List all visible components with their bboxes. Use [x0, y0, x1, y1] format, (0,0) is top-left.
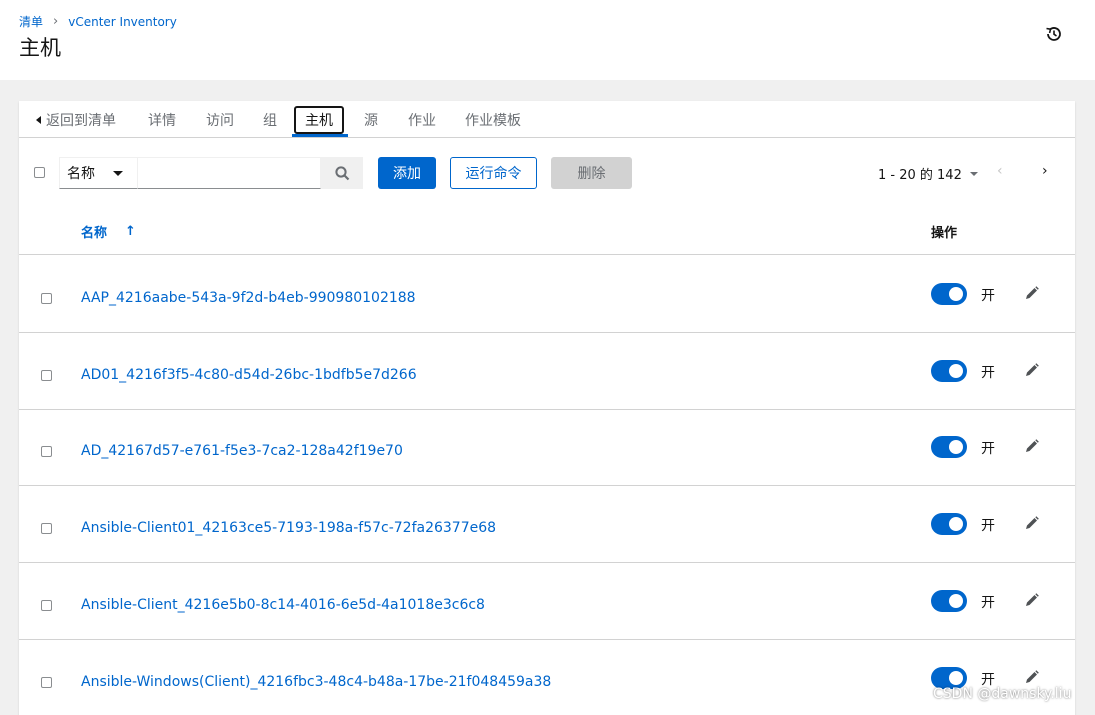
- sort-ascending-icon: ↑: [125, 224, 136, 239]
- page-header: 清单 › vCenter Inventory 主机: [0, 0, 1095, 80]
- table-row: Ansible-Client01_42163ce5-7193-198a-f57c…: [19, 486, 1075, 563]
- table-row: Ansible-Client_4216e5b0-8c14-4016-6e5d-4…: [19, 563, 1075, 640]
- add-button[interactable]: 添加: [378, 157, 436, 189]
- caret-down-icon: [969, 171, 978, 176]
- toggle-knob: [949, 440, 963, 454]
- breadcrumb-link-inventory[interactable]: vCenter Inventory: [68, 15, 177, 29]
- toggle-knob: [949, 287, 963, 301]
- table-row: Ansible-Windows(Client)_4216fbc3-48c4-b4…: [19, 640, 1075, 715]
- pencil-icon[interactable]: [1024, 438, 1040, 454]
- column-header-name[interactable]: 名称 ↑: [81, 222, 136, 241]
- filter-field-select[interactable]: 名称: [59, 157, 137, 189]
- breadcrumb: 清单 › vCenter Inventory: [19, 13, 177, 30]
- toggle-knob: [949, 517, 963, 531]
- tab-bar: 返回到清单 详情 访问 组 主机 源 作业 作业模板: [19, 101, 1075, 138]
- pagination-options-toggle[interactable]: 1 - 20 的 142: [878, 164, 978, 183]
- tab-access[interactable]: 访问: [206, 106, 234, 134]
- toggle-label: 开: [981, 288, 995, 304]
- toggle-label: 开: [981, 595, 995, 611]
- hosts-card: 返回到清单 详情 访问 组 主机 源 作业 作业模板 名称 添加 运行命令 删除…: [19, 101, 1075, 715]
- table-row: AD_42167d57-e761-f5e3-7ca2-128a42f19e70 …: [19, 409, 1075, 486]
- search-icon: [334, 165, 349, 180]
- enabled-toggle[interactable]: [931, 513, 967, 535]
- tab-jobs[interactable]: 作业: [408, 106, 436, 134]
- watermark-text: CSDN @dawnsky.liu: [933, 686, 1072, 702]
- pencil-icon[interactable]: [1024, 669, 1040, 685]
- pencil-icon[interactable]: [1024, 285, 1040, 301]
- tab-sources[interactable]: 源: [364, 106, 378, 134]
- pagination-range: 1 - 20 的 142: [878, 168, 962, 183]
- row-checkbox[interactable]: [41, 677, 52, 688]
- toggle-label: 开: [981, 441, 995, 457]
- toggle-label: 开: [981, 518, 995, 534]
- tab-back-to-inventories[interactable]: 返回到清单: [36, 106, 116, 134]
- tab-details[interactable]: 详情: [148, 106, 176, 134]
- row-checkbox[interactable]: [41, 523, 52, 534]
- column-header-name-label: 名称: [81, 226, 108, 241]
- previous-page-icon[interactable]: ‹: [997, 163, 1003, 179]
- host-name-link[interactable]: Ansible-Client01_42163ce5-7193-198a-f57c…: [81, 520, 496, 536]
- row-checkbox[interactable]: [41, 293, 52, 304]
- row-checkbox[interactable]: [41, 600, 52, 611]
- pencil-icon[interactable]: [1024, 592, 1040, 608]
- table-header: 名称 ↑ 操作: [19, 209, 1075, 255]
- filter-field-label: 名称: [67, 166, 95, 182]
- enabled-toggle[interactable]: [931, 283, 967, 305]
- pencil-icon[interactable]: [1024, 515, 1040, 531]
- host-name-link[interactable]: Ansible-Client_4216e5b0-8c14-4016-6e5d-4…: [81, 597, 485, 613]
- select-all-checkbox[interactable]: [34, 167, 45, 178]
- breadcrumb-link-inventories[interactable]: 清单: [19, 13, 43, 30]
- breadcrumb-separator-icon: ›: [53, 14, 59, 29]
- toggle-knob: [949, 364, 963, 378]
- search-button[interactable]: [321, 157, 363, 189]
- host-name-link[interactable]: AD_42167d57-e761-f5e3-7ca2-128a42f19e70: [81, 443, 403, 459]
- caret-down-icon: [113, 171, 123, 176]
- column-header-actions: 操作: [931, 226, 958, 241]
- run-command-button[interactable]: 运行命令: [450, 157, 537, 189]
- table-row: AAP_4216aabe-543a-9f2d-b4eb-990980102188…: [19, 256, 1075, 333]
- toggle-knob: [949, 594, 963, 608]
- tab-hosts[interactable]: 主机: [294, 106, 344, 134]
- host-name-link[interactable]: AAP_4216aabe-543a-9f2d-b4eb-990980102188: [81, 290, 416, 306]
- search-input[interactable]: [137, 157, 321, 189]
- row-checkbox[interactable]: [41, 446, 52, 457]
- toolbar: 名称 添加 运行命令 删除 1 - 20 的 142 ‹ ›: [19, 139, 1075, 209]
- caret-left-icon: [36, 116, 41, 124]
- toggle-knob: [949, 671, 963, 685]
- page-title: 主机: [19, 36, 61, 60]
- next-page-icon[interactable]: ›: [1042, 163, 1048, 179]
- tab-label: 返回到清单: [46, 113, 116, 129]
- host-name-link[interactable]: AD01_4216f3f5-4c80-d54d-26bc-1bdfb5e7d26…: [81, 367, 417, 383]
- history-icon[interactable]: [1044, 24, 1064, 44]
- row-checkbox[interactable]: [41, 370, 52, 381]
- enabled-toggle[interactable]: [931, 590, 967, 612]
- host-name-link[interactable]: Ansible-Windows(Client)_4216fbc3-48c4-b4…: [81, 674, 551, 690]
- pencil-icon[interactable]: [1024, 362, 1040, 378]
- enabled-toggle[interactable]: [931, 436, 967, 458]
- active-tab-indicator: [292, 134, 348, 137]
- toggle-label: 开: [981, 365, 995, 381]
- enabled-toggle[interactable]: [931, 360, 967, 382]
- tab-groups[interactable]: 组: [263, 106, 277, 134]
- table-row: AD01_4216f3f5-4c80-d54d-26bc-1bdfb5e7d26…: [19, 333, 1075, 410]
- delete-button[interactable]: 删除: [551, 157, 632, 189]
- tab-job-templates[interactable]: 作业模板: [465, 106, 521, 134]
